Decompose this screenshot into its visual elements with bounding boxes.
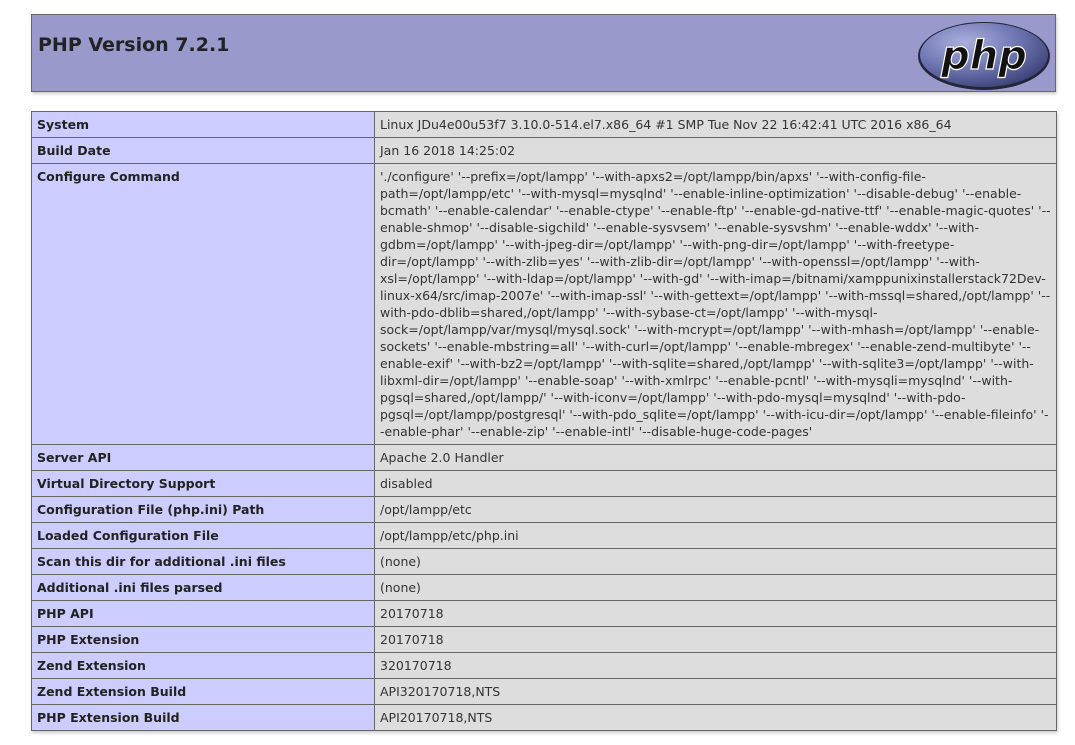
table-row: PHP Extension 20170718 bbox=[31, 626, 1057, 653]
table-row: Additional .ini files parsed (none) bbox=[31, 574, 1057, 601]
table-row: Zend Extension 320170718 bbox=[31, 652, 1057, 679]
row-label: PHP API bbox=[31, 600, 375, 627]
row-label: Zend Extension bbox=[31, 652, 375, 679]
table-row: System Linux JDu4e00u53f7 3.10.0-514.el7.… bbox=[31, 111, 1057, 138]
page-title: PHP Version 7.2.1 bbox=[38, 34, 230, 56]
row-value: Jan 16 2018 14:25:02 bbox=[374, 137, 1057, 164]
row-value: (none) bbox=[374, 574, 1057, 601]
table-row: Configuration File (php.ini) Path/opt/la… bbox=[31, 496, 1057, 523]
row-value: 20170718 bbox=[374, 600, 1057, 627]
table-row: PHP Extension Build API20170718,NTS bbox=[31, 704, 1057, 731]
row-label: System bbox=[31, 111, 375, 138]
row-value: API320170718,NTS bbox=[374, 678, 1057, 705]
php-version-header: PHP Version 7.2.1 php bbox=[31, 14, 1056, 92]
row-value: Apache 2.0 Handler bbox=[374, 444, 1057, 471]
row-label: PHP Extension Build bbox=[31, 704, 375, 731]
row-label: Configure Command bbox=[31, 163, 375, 445]
row-value: 20170718 bbox=[374, 626, 1057, 653]
row-label: PHP Extension bbox=[31, 626, 375, 653]
php-logo-text: php bbox=[940, 33, 1027, 79]
row-value: (none) bbox=[374, 548, 1057, 575]
row-label: Server API bbox=[31, 444, 375, 471]
table-row: Scan this dir for additional .ini files(… bbox=[31, 548, 1057, 575]
info-table-body: System Linux JDu4e00u53f7 3.10.0-514.el7.… bbox=[31, 111, 1057, 731]
row-label: Loaded Configuration File bbox=[31, 522, 375, 549]
row-label: Zend Extension Build bbox=[31, 678, 375, 705]
row-label: Additional .ini files parsed bbox=[31, 574, 375, 601]
row-value: disabled bbox=[374, 470, 1057, 497]
table-row: PHP API 20170718 bbox=[31, 600, 1057, 627]
row-value: /opt/lampp/etc/php.ini bbox=[374, 522, 1057, 549]
php-info-table: System Linux JDu4e00u53f7 3.10.0-514.el7.… bbox=[31, 111, 1057, 731]
row-value: /opt/lampp/etc bbox=[374, 496, 1057, 523]
row-label: Configuration File (php.ini) Path bbox=[31, 496, 375, 523]
table-row: Server API Apache 2.0 Handler bbox=[31, 444, 1057, 471]
row-label: Scan this dir for additional .ini files bbox=[31, 548, 375, 575]
row-label: Virtual Directory Support bbox=[31, 470, 375, 497]
row-value: 320170718 bbox=[374, 652, 1057, 679]
table-row: Zend Extension Build API320170718,NTS bbox=[31, 678, 1057, 705]
table-row: Build Date Jan 16 2018 14:25:02 bbox=[31, 137, 1057, 164]
table-row: Virtual Directory Support disabled bbox=[31, 470, 1057, 497]
row-label: Build Date bbox=[31, 137, 375, 164]
table-row: Loaded Configuration File/opt/lampp/etc/… bbox=[31, 522, 1057, 549]
table-row: Configure Command './configure' '--prefix… bbox=[31, 163, 1057, 445]
row-value: API20170718,NTS bbox=[374, 704, 1057, 731]
row-value: Linux JDu4e00u53f7 3.10.0-514.el7.x86_64… bbox=[374, 111, 1057, 138]
php-logo-icon[interactable]: php bbox=[916, 20, 1052, 92]
row-value: './configure' '--prefix=/opt/lampp' '--w… bbox=[374, 163, 1057, 445]
